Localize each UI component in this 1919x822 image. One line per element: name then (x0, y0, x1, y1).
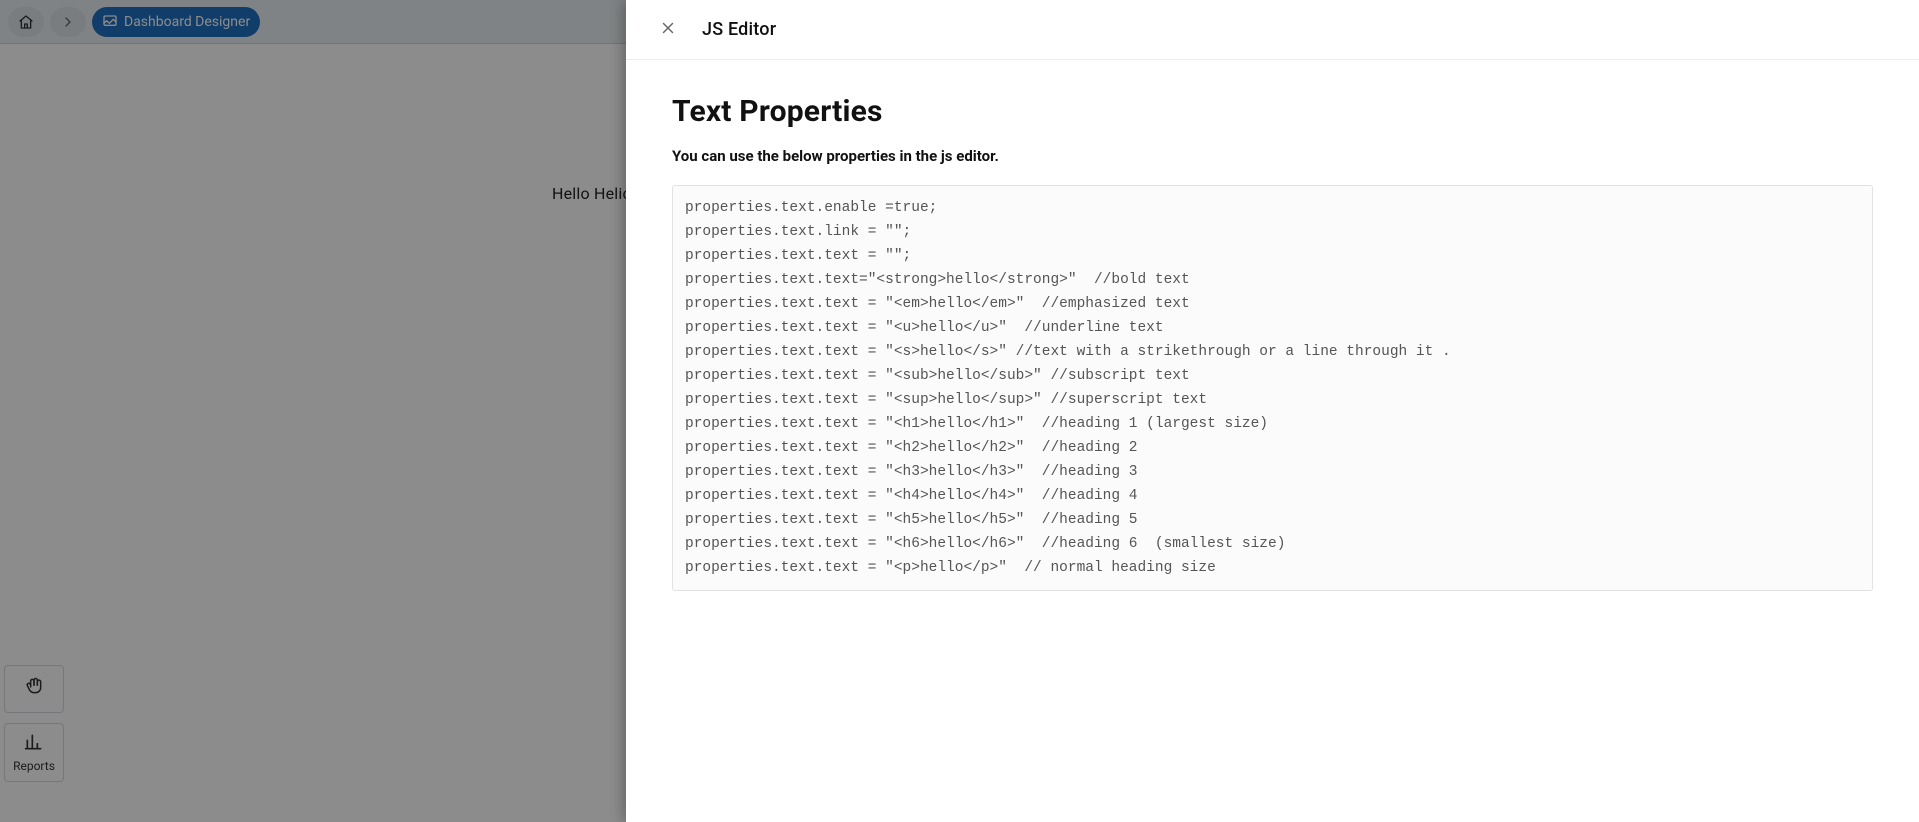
app-root: Dashboard Designer Hello Helical Reports (0, 0, 1919, 822)
section-title: Text Properties (672, 94, 1873, 129)
drawer-header: JS Editor (626, 0, 1919, 60)
drawer-close-button[interactable] (656, 18, 680, 42)
js-editor-drawer: JS Editor Text Properties You can use th… (626, 0, 1919, 822)
close-icon (659, 19, 677, 41)
section-subtitle: You can use the below properties in the … (672, 147, 1873, 165)
drawer-body: Text Properties You can use the below pr… (626, 60, 1919, 822)
code-block[interactable]: properties.text.enable =true; properties… (672, 185, 1873, 591)
drawer-title: JS Editor (702, 19, 776, 40)
